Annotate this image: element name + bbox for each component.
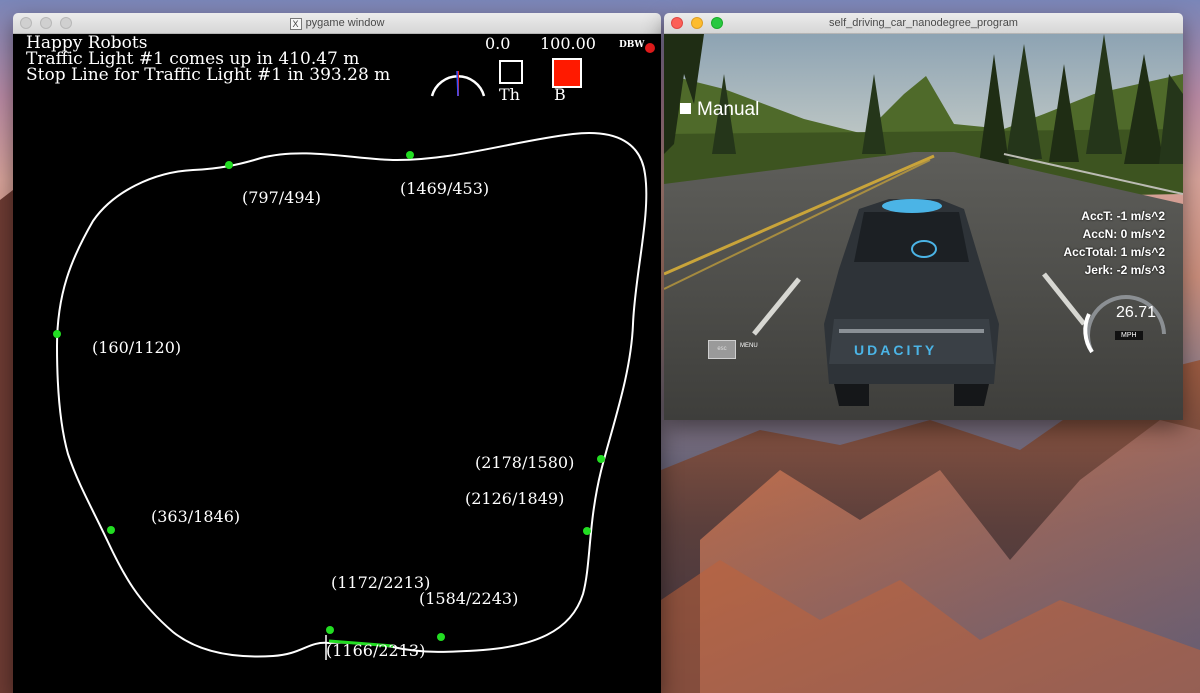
close-button[interactable] — [671, 17, 683, 29]
waypoint-marker — [583, 527, 591, 535]
menu-label: MENU — [740, 343, 758, 349]
pygame-canvas: Happy Robots Traffic Light #1 comes up i… — [13, 34, 661, 693]
window-controls — [671, 17, 723, 29]
simulator-titlebar: self_driving_car_nanodegree_program — [664, 13, 1183, 34]
esc-button[interactable]: esc — [708, 340, 736, 359]
waypoint-marker — [437, 633, 445, 641]
mode-label: Manual — [697, 99, 760, 120]
waypoint-marker — [406, 151, 414, 159]
waypoint-label: (797/494) — [242, 188, 321, 207]
jerk-readout: Jerk: -2 m/s^3 — [1084, 263, 1165, 277]
pygame-window: Xpygame window Happy Robots Traffic Ligh… — [13, 13, 661, 693]
waypoint-label: (160/1120) — [92, 338, 182, 357]
waypoint-label: (1469/453) — [400, 179, 490, 198]
track-map — [53, 132, 648, 660]
waypoint-marker — [225, 161, 233, 169]
waypoint-marker — [53, 330, 61, 338]
speed-value: 26.71 — [1115, 304, 1157, 321]
pygame-titlebar: Xpygame window — [13, 13, 661, 34]
minimize-button[interactable] — [40, 17, 52, 29]
simulator-window-title: self_driving_car_nanodegree_program — [829, 17, 1018, 29]
mode-toggle[interactable]: Manual — [680, 99, 759, 121]
acc-t-readout: AccT: -1 m/s^2 — [1081, 209, 1165, 223]
waypoint-label: (363/1846) — [151, 507, 241, 526]
speed-unit: MPH — [1115, 331, 1143, 340]
manual-checkbox-icon[interactable] — [680, 103, 691, 114]
waypoint-marker — [326, 626, 334, 634]
acc-total-readout: AccTotal: 1 m/s^2 — [1063, 245, 1165, 259]
close-button[interactable] — [20, 17, 32, 29]
zoom-button[interactable] — [60, 17, 72, 29]
waypoint-label: (1584/2243) — [419, 589, 519, 608]
simulator-window: self_driving_car_nanodegree_program Manu… — [664, 13, 1183, 420]
x11-app-icon: X — [289, 18, 302, 30]
car-brand-badge: UDACITY — [854, 342, 938, 358]
zoom-button[interactable] — [711, 17, 723, 29]
waypoint-label: (1166/2213) — [326, 641, 426, 660]
window-controls — [20, 17, 72, 29]
acc-n-readout: AccN: 0 m/s^2 — [1082, 227, 1165, 241]
waypoint-label: (1172/2213) — [331, 573, 431, 592]
waypoint-marker — [597, 455, 605, 463]
waypoint-label: (2126/1849) — [465, 489, 565, 508]
simulator-viewport: Manual AccT: -1 m/s^2 AccN: 0 m/s^2 AccT… — [664, 34, 1183, 420]
minimize-button[interactable] — [691, 17, 703, 29]
waypoint-label: (2178/1580) — [475, 453, 575, 472]
waypoint-marker — [107, 526, 115, 534]
pygame-window-title: pygame window — [305, 17, 385, 29]
